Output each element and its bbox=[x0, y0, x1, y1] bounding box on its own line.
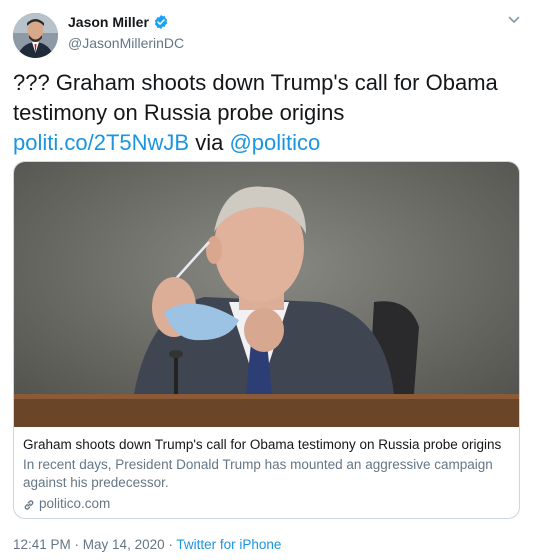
tweet-source[interactable]: Twitter for iPhone bbox=[176, 537, 281, 552]
card-title[interactable]: Graham shoots down Trump's call for Obam… bbox=[23, 436, 511, 454]
author-name-row: Jason Miller bbox=[68, 14, 169, 30]
card-text: Graham shoots down Trump's call for Obam… bbox=[23, 436, 511, 513]
tweet-time[interactable]: 12:41 PM bbox=[13, 537, 71, 552]
chevron-down-icon[interactable] bbox=[507, 13, 521, 27]
tweet: Jason Miller @JasonMillerinDC ??? Graham… bbox=[0, 0, 535, 560]
card-domain: politico.com bbox=[39, 496, 111, 511]
link-icon bbox=[23, 498, 35, 510]
meta-separator: · bbox=[70, 537, 83, 552]
author-display-name[interactable]: Jason Miller bbox=[68, 14, 149, 30]
avatar[interactable] bbox=[13, 13, 58, 58]
meta-separator: · bbox=[164, 537, 177, 552]
tweet-link[interactable]: politi.co/2T5NwJB bbox=[13, 130, 189, 155]
tweet-date[interactable]: May 14, 2020 bbox=[83, 537, 165, 552]
tweet-meta: 12:41 PM · May 14, 2020 · Twitter for iP… bbox=[13, 537, 281, 552]
link-card[interactable]: Graham shoots down Trump's call for Obam… bbox=[13, 161, 520, 519]
verified-badge-icon bbox=[153, 14, 169, 30]
card-image bbox=[14, 162, 519, 427]
mention-politico[interactable]: @politico bbox=[229, 130, 320, 155]
tweet-text: ??? Graham shoots down Trump's call for … bbox=[13, 68, 518, 158]
card-domain-row: politico.com bbox=[23, 495, 511, 513]
card-description: In recent days, President Donald Trump h… bbox=[23, 457, 493, 490]
author-handle[interactable]: @JasonMillerinDC bbox=[68, 35, 184, 51]
tweet-text-prefix: ??? Graham shoots down Trump's call for … bbox=[13, 70, 498, 125]
tweet-text-via: via bbox=[189, 130, 230, 155]
